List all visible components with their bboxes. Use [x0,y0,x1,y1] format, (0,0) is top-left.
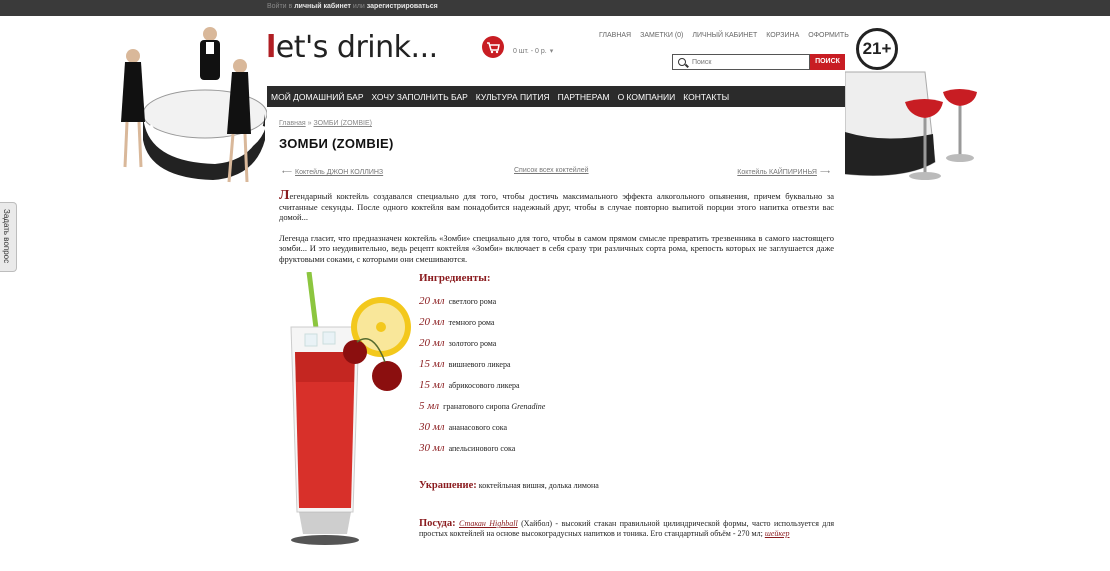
garnish: Украшение: коктейльная вишня, долька лим… [419,480,599,491]
cart-glyph [487,42,500,54]
nav-partners[interactable]: ПАРТНЕРАМ [554,92,614,102]
breadcrumb: Главная » ЗОМБИ (ZOMBIE) [279,120,372,127]
ingredient-row: 20 мл светлого рома [419,295,497,307]
chevron-down-icon: ▾ [549,48,554,55]
topnav-cabinet[interactable]: ЛИЧНЫЙ КАБИНЕТ [692,32,757,39]
breadcrumb-current[interactable]: ЗОМБИ (ZOMBIE) [313,120,372,127]
search-box [672,54,810,70]
nav-drink-culture[interactable]: КУЛЬТУРА ПИТИЯ [472,92,554,102]
topnav-cart[interactable]: КОРЗИНА [766,32,799,39]
nav-contacts[interactable]: КОНТАКТЫ [679,92,733,102]
register-link[interactable]: зарегистрироваться [367,3,438,10]
main-content: Главная » ЗОМБИ (ZOMBIE) ЗОМБИ (ZOMBIE) … [267,107,845,571]
intro-paragraph-2: Легенда гласит, что предназначен коктейл… [279,232,834,264]
ingredient-row: 30 мл апельсинового сока [419,442,516,454]
login-prompt: Войти в личный кабинет или зарегистриров… [267,3,438,10]
all-cocktails-link[interactable]: Список всех коктейлей [514,167,589,174]
top-bar: Войти в личный кабинет или зарегистриров… [0,0,1110,16]
ingredient-row: 20 мл темного рома [419,316,495,328]
search-button[interactable]: ПОИСК [810,54,845,70]
topnav-notes[interactable]: ЗАМЕТКИ (0) [640,32,683,39]
nav-about[interactable]: О КОМПАНИИ [614,92,680,102]
main-navigation: МОЙ ДОМАШНИЙ БАР ХОЧУ ЗАПОЛНИТЬ БАР КУЛЬ… [267,86,845,107]
ask-question-tab[interactable]: Задать вопрос [0,202,17,272]
arrow-right-icon: ⟶ [819,169,830,176]
topnav-checkout[interactable]: ОФОРМИТЬ [808,32,849,39]
intro-text: Легендарный коктейль создавался специаль… [279,188,834,274]
nav-home-bar[interactable]: МОЙ ДОМАШНИЙ БАР [267,92,368,102]
breadcrumb-home[interactable]: Главная [279,120,306,127]
search-icon [678,58,686,66]
ingredient-row: 20 мл золотого рома [419,337,497,349]
serving-info: Посуда: Стакан Highball (Хайбол) - высок… [419,518,835,538]
cart-icon[interactable] [482,36,504,58]
shaker-link[interactable]: шейкер [765,529,790,538]
prev-cocktail-link[interactable]: ⟵ Коктейль ДЖОН КОЛЛИНЗ [279,168,383,176]
age-badge: 21+ [856,28,898,70]
intro-paragraph-1: Легендарный коктейль создавался специаль… [279,188,834,223]
ingredient-row: 30 мл ананасового сока [419,421,508,433]
cocktail-image [290,272,411,545]
top-navigation: ГЛАВНАЯ ЗАМЕТКИ (0) ЛИЧНЫЙ КАБИНЕТ КОРЗИ… [599,32,849,39]
highball-glass-link[interactable]: Стакан Highball [459,519,518,528]
ingredients-heading: Ингредиенты: [419,272,491,284]
topnav-home[interactable]: ГЛАВНАЯ [599,32,631,39]
ingredient-row: 5 мл гранатового сиропа Grenadine [419,400,546,412]
bar-stools-illustration [845,71,977,180]
site-logo[interactable]: let's drink... [266,30,438,65]
search-input[interactable] [692,56,804,68]
arrow-left-icon: ⟵ [282,169,293,176]
page-title: ЗОМБИ (ZOMBIE) [279,136,394,151]
ingredient-row: 15 мл абрикосового ликера [419,379,520,391]
cart-summary[interactable]: 0 шт. - 0 р. ▾ [513,47,553,55]
ingredient-row: 15 мл вишневого ликера [419,358,511,370]
nav-fill-bar[interactable]: ХОЧУ ЗАПОЛНИТЬ БАР [368,92,472,102]
next-cocktail-link[interactable]: Коктейль КАЙПИРИНЬЯ ⟶ [737,168,833,176]
ingredients-list: 20 мл светлого рома 20 мл темного рома 2… [419,295,545,463]
bar-people-illustration [121,27,268,183]
personal-cabinet-link[interactable]: личный кабинет [294,3,351,10]
